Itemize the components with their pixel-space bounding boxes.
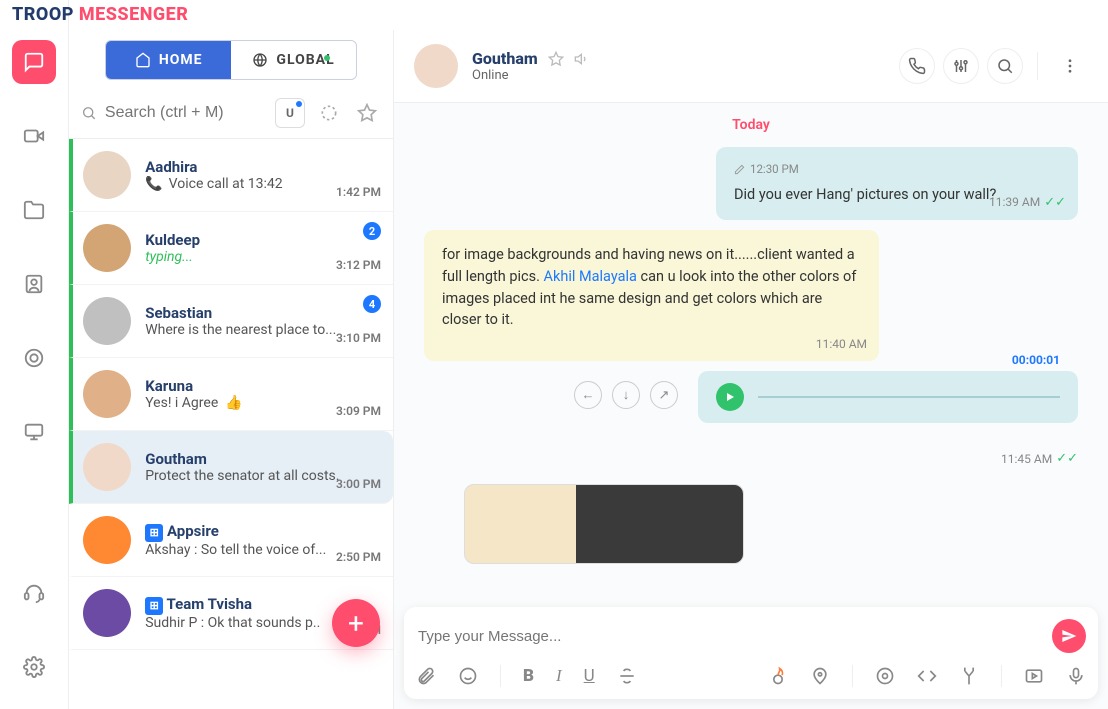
chat-time: 2:50 PM	[336, 550, 381, 564]
chat-item[interactable]: Aadhira📞 Voice call at 13:421:42 PM	[69, 139, 393, 212]
mute-icon[interactable]	[574, 51, 590, 67]
new-chat-fab[interactable]: +	[332, 599, 380, 647]
chat-item[interactable]: ⊞ AppsireAkshay : So tell the voice of..…	[69, 504, 393, 577]
attach-icon[interactable]	[416, 666, 436, 686]
search-input[interactable]	[105, 104, 265, 122]
nav-chat-icon[interactable]	[12, 40, 56, 84]
tab-home[interactable]: HOME	[106, 41, 231, 79]
chat-avatar	[83, 297, 131, 345]
nav-rail	[0, 0, 69, 709]
chat-avatar	[83, 224, 131, 272]
chat-avatar	[83, 589, 131, 637]
unread-badge: 2	[363, 222, 381, 240]
unread-badge: 4	[363, 295, 381, 313]
chat-time: 3:09 PM	[336, 404, 381, 418]
arrow-back-button[interactable]: ←	[574, 381, 602, 409]
chat-avatar	[83, 370, 131, 418]
chat-item[interactable]: SebastianWhere is the nearest place to..…	[69, 285, 393, 358]
chat-name: Goutham	[145, 450, 379, 468]
underline-icon[interactable]: U	[584, 666, 595, 686]
chat-avatar	[83, 443, 131, 491]
reply-arrows: ← ↓ ↗	[574, 381, 678, 409]
settings-sliders-button[interactable]	[943, 48, 979, 84]
play-button[interactable]	[716, 383, 744, 411]
more-menu-button[interactable]	[1052, 48, 1088, 84]
call-button[interactable]	[899, 48, 935, 84]
strike-icon[interactable]	[617, 666, 637, 686]
audio-message[interactable]: 00:00:01	[698, 371, 1078, 423]
filter-icon[interactable]	[315, 99, 343, 127]
arrow-forward-button[interactable]: ↗	[650, 381, 678, 409]
message-time: 11:40 AM	[816, 335, 867, 353]
message-text: Did you ever Hang' pictures on your wall…	[734, 186, 996, 203]
incoming-message[interactable]: for image backgrounds and having news on…	[424, 230, 879, 361]
sidebar-tabs: HOME GLOBAL	[105, 40, 357, 80]
mic-icon[interactable]	[1066, 666, 1086, 686]
arrow-down-button[interactable]: ↓	[612, 381, 640, 409]
chat-time: 1:42 PM	[336, 185, 381, 199]
read-checks-icon: ✓✓	[1044, 193, 1066, 213]
edit-time-label: 12:30 PM	[750, 161, 799, 178]
nav-folder-icon[interactable]	[12, 188, 56, 232]
conversation-header: Goutham Online	[394, 30, 1108, 103]
message-time: 11:39 AM	[989, 193, 1040, 211]
forkout-icon[interactable]	[959, 666, 979, 686]
chat-name: Kuldeep	[145, 231, 379, 249]
record-icon[interactable]	[875, 666, 895, 686]
chat-avatar	[83, 516, 131, 564]
chat-name: Aadhira	[145, 158, 379, 176]
chat-time: 3:10 PM	[336, 331, 381, 345]
nav-settings-icon[interactable]	[12, 645, 56, 689]
nav-status-icon[interactable]	[12, 336, 56, 380]
global-indicator-dot	[324, 55, 330, 61]
header-status: Online	[472, 68, 590, 83]
chat-name: Karuna	[145, 377, 379, 395]
outgoing-message[interactable]: 12:30 PM Did you ever Hang' pictures on …	[716, 147, 1078, 220]
emoji-icon[interactable]	[458, 666, 478, 686]
day-separator: Today	[424, 117, 1078, 133]
chat-avatar	[83, 151, 131, 199]
nav-video-icon[interactable]	[12, 114, 56, 158]
burnout-icon[interactable]	[768, 666, 788, 686]
audio-track[interactable]	[758, 396, 1060, 398]
audio-duration: 00:00:01	[1012, 353, 1060, 367]
chat-name: ⊞ Appsire	[145, 522, 379, 542]
message-composer: B I U	[404, 607, 1098, 699]
bold-icon[interactable]: B	[523, 666, 534, 686]
chat-time: 3:12 PM	[336, 258, 381, 272]
header-name: Goutham	[472, 49, 538, 68]
header-avatar[interactable]	[414, 44, 458, 88]
search-icon	[81, 104, 97, 122]
favorites-star-icon[interactable]	[353, 99, 381, 127]
read-checks-icon: ✓✓	[1056, 451, 1078, 466]
chat-item[interactable]: KarunaYes! i Agree 👍3:09 PM	[69, 358, 393, 431]
send-button[interactable]	[1052, 619, 1086, 653]
image-attachment[interactable]	[464, 484, 744, 564]
search-row: U	[69, 90, 393, 139]
chat-item[interactable]: GouthamProtect the senator at all costs.…	[69, 431, 393, 504]
app-logo: TROOP MESSENGER	[12, 4, 188, 25]
chat-item[interactable]: Kuldeeptyping...3:12 PM2	[69, 212, 393, 285]
conversation-pane: Goutham Online	[394, 30, 1108, 709]
chat-name: Sebastian	[145, 304, 379, 322]
edit-icon	[734, 164, 745, 175]
tab-global[interactable]: GLOBAL	[231, 41, 356, 79]
star-icon[interactable]	[548, 51, 564, 67]
nav-support-icon[interactable]	[12, 571, 56, 615]
mention-link[interactable]: Akhil Malayala	[544, 268, 637, 285]
chat-time: 3:00 PM	[336, 477, 381, 491]
location-icon[interactable]	[810, 666, 830, 686]
tab-home-label: HOME	[159, 52, 203, 68]
video-clip-icon[interactable]	[1024, 666, 1044, 686]
italic-icon[interactable]: I	[556, 666, 562, 686]
composer-toolbar: B I U	[416, 653, 1086, 687]
code-icon[interactable]	[917, 666, 937, 686]
nav-contacts-icon[interactable]	[12, 262, 56, 306]
audio-time: 11:45 AM	[1001, 452, 1052, 466]
nav-desktop-icon[interactable]	[12, 410, 56, 454]
unread-filter-button[interactable]: U	[275, 98, 305, 128]
message-input[interactable]	[416, 622, 1042, 651]
search-chat-button[interactable]	[987, 48, 1023, 84]
